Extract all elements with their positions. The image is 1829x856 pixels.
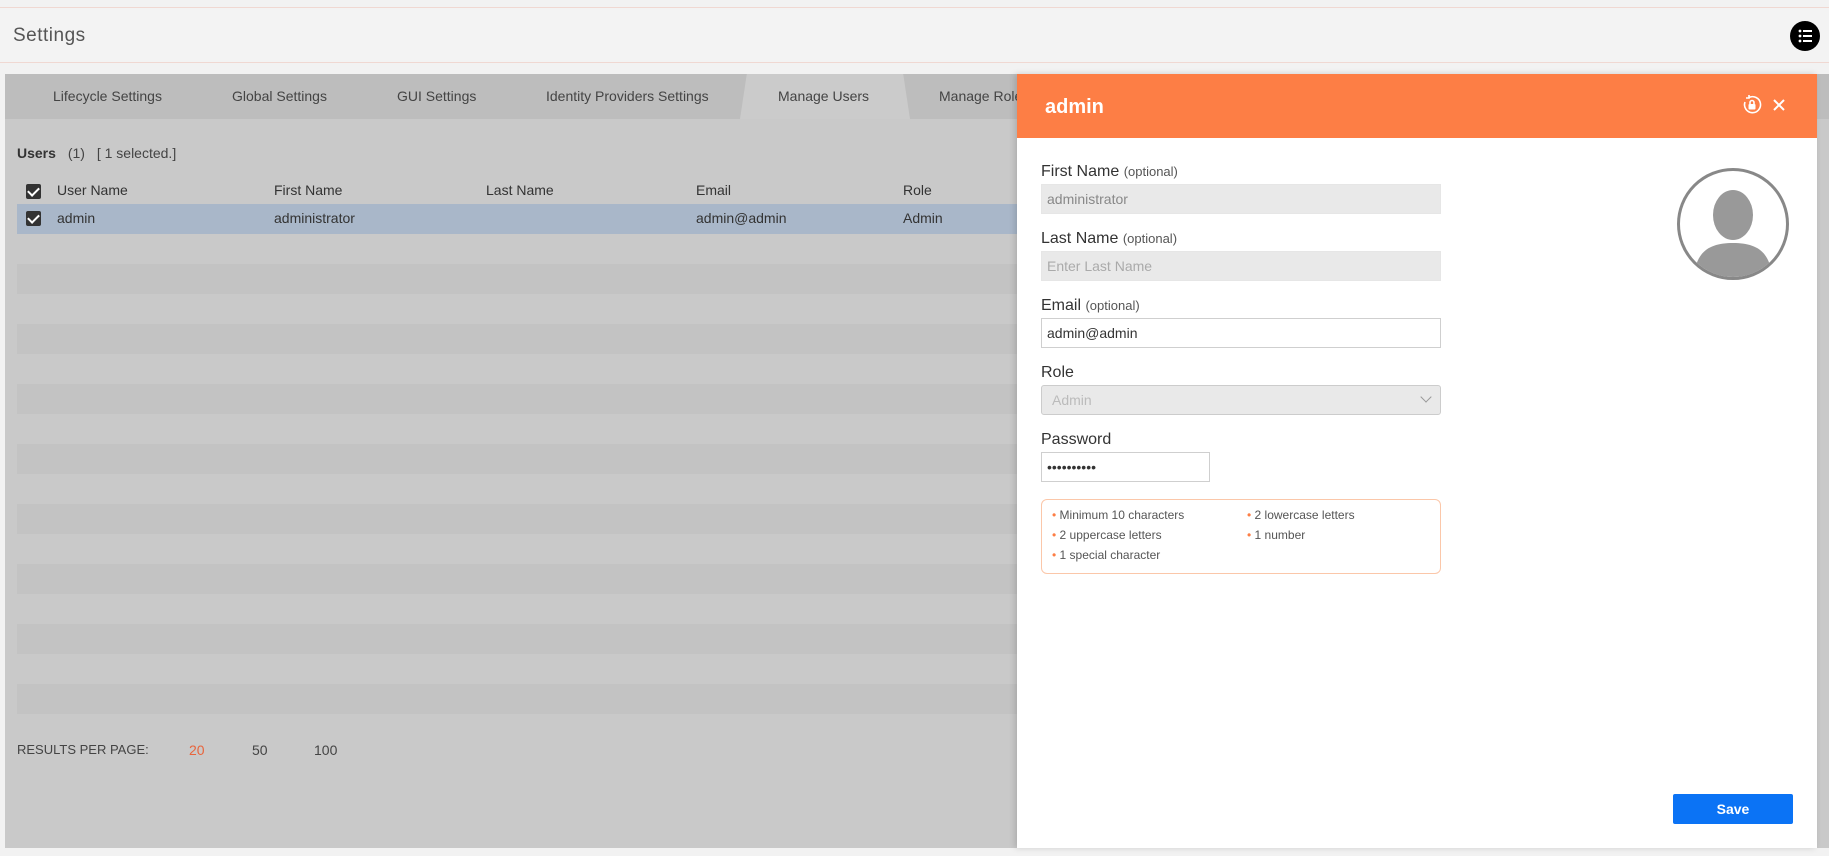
users-selected-count: [ 1 selected.] — [96, 145, 177, 161]
password-label: Password — [1041, 431, 1112, 448]
chevron-down-icon — [1420, 391, 1432, 403]
empty-row — [17, 384, 1021, 414]
email-field[interactable] — [1041, 318, 1441, 348]
users-table: User Name First Name Last Name Email Rol… — [17, 178, 1021, 714]
last-name-label-text: Last Name — [1041, 230, 1119, 247]
tab-manage-role[interactable]: Manage Role — [939, 88, 1022, 104]
empty-row — [17, 324, 1021, 354]
user-edit-panel: admin First Name (optional) Last Name (o… — [1017, 74, 1817, 848]
email-label-text: Email — [1041, 297, 1082, 314]
panel-title: admin — [1045, 96, 1104, 118]
last-name-label: Last Name (optional) — [1041, 230, 1177, 248]
empty-row — [17, 684, 1021, 714]
close-icon[interactable] — [1767, 93, 1791, 117]
tab-identity-providers-settings[interactable]: Identity Providers Settings — [546, 88, 709, 104]
list-icon[interactable] — [1790, 21, 1820, 51]
rule-item: 2 lowercase letters — [1247, 508, 1355, 522]
panel-header: admin — [1017, 74, 1817, 138]
email-hint: (optional) — [1085, 298, 1140, 313]
empty-row — [17, 624, 1021, 654]
page-size-20[interactable]: 20 — [189, 742, 205, 758]
column-header-first-name[interactable]: First Name — [274, 182, 342, 198]
role-label: Role — [1041, 364, 1074, 381]
rule-item: Minimum 10 characters — [1052, 508, 1185, 522]
password-rules: Minimum 10 characters 2 lowercase letter… — [1041, 499, 1441, 574]
row-checkbox[interactable] — [26, 211, 41, 226]
column-header-email[interactable]: Email — [696, 182, 731, 198]
last-name-hint: (optional) — [1122, 231, 1178, 246]
select-all-checkbox[interactable] — [26, 184, 41, 199]
page-size-50[interactable]: 50 — [252, 742, 268, 758]
users-summary: Users (1) [ 1 selected.] — [17, 145, 176, 161]
rule-item: 1 number — [1247, 528, 1306, 542]
first-name-label-text: First Name — [1041, 163, 1120, 180]
results-per-page-label: RESULTS PER PAGE: — [17, 742, 149, 757]
save-button[interactable]: Save — [1673, 794, 1793, 824]
user-avatar-icon — [1694, 190, 1772, 277]
empty-row — [17, 564, 1021, 594]
table-row[interactable]: admin administrator admin@admin Admin — [17, 204, 1021, 234]
page-size-100[interactable]: 100 — [314, 742, 337, 758]
column-header-user-name[interactable]: User Name — [57, 182, 128, 198]
column-header-role[interactable]: Role — [903, 182, 932, 198]
role-select-value: Admin — [1052, 392, 1092, 408]
tab-lifecycle-settings[interactable]: Lifecycle Settings — [53, 88, 162, 104]
avatar[interactable] — [1677, 168, 1789, 280]
pagination: RESULTS PER PAGE: 20 50 100 — [17, 742, 337, 758]
tab-gui-settings[interactable]: GUI Settings — [397, 88, 476, 104]
cell-user-name: admin — [57, 210, 96, 226]
top-bar: Settings — [0, 7, 1829, 63]
empty-row — [17, 264, 1021, 294]
cell-first-name: administrator — [274, 210, 355, 226]
password-field[interactable] — [1041, 452, 1210, 482]
table-header: User Name First Name Last Name Email Rol… — [17, 178, 1021, 204]
first-name-hint: (optional) — [1123, 164, 1178, 179]
email-label: Email (optional) — [1041, 297, 1140, 315]
unlock-icon[interactable] — [1740, 93, 1764, 117]
page-title: Settings — [13, 25, 86, 46]
first-name-label: First Name (optional) — [1041, 163, 1178, 181]
cell-role: Admin — [903, 210, 943, 226]
rule-item: 1 special character — [1052, 548, 1161, 562]
role-select[interactable]: Admin — [1041, 385, 1441, 415]
users-label: Users — [17, 145, 56, 161]
users-count: (1) — [67, 145, 85, 161]
column-header-last-name[interactable]: Last Name — [486, 182, 554, 198]
tab-manage-users[interactable]: Manage Users — [778, 88, 869, 104]
cell-email: admin@admin — [696, 210, 787, 226]
empty-row — [17, 444, 1021, 474]
last-name-field[interactable] — [1041, 251, 1441, 281]
first-name-field[interactable] — [1041, 184, 1441, 214]
rule-item: 2 uppercase letters — [1052, 528, 1162, 542]
tab-global-settings[interactable]: Global Settings — [232, 88, 327, 104]
empty-row — [17, 504, 1021, 534]
